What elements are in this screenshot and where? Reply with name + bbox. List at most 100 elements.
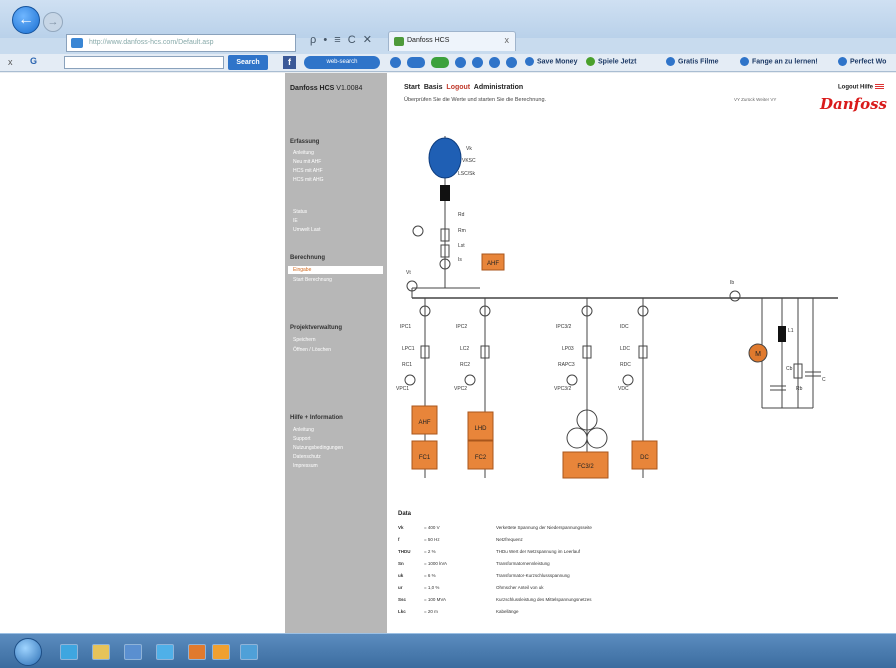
taskbar-app-icon[interactable] [240, 644, 258, 660]
sidebar-item-active[interactable]: Eingabe [293, 267, 311, 273]
logout-link[interactable]: Logout [838, 85, 858, 91]
data-symbol: Lkc [398, 609, 406, 614]
toolbar-logo-icon[interactable]: G [30, 56, 37, 66]
taskbar-app-icon[interactable] [156, 644, 174, 660]
sidebar-item[interactable]: Umwelt Last [293, 227, 321, 233]
feeder-label: LPC1 [402, 346, 415, 352]
page-favicon-icon [71, 38, 83, 48]
address-bar[interactable]: http://www.danfoss-hcs.com/Default.asp [66, 34, 296, 52]
toolbar-circle-icon[interactable] [455, 57, 466, 68]
toolbar-item-perfect[interactable]: Perfect Wo [838, 57, 886, 66]
feeder-label: IDC [620, 324, 629, 330]
toolbar-item-gratis-filme[interactable]: Gratis Filme [666, 57, 718, 66]
sidebar-item[interactable]: Status [293, 209, 307, 215]
data-value: = 2 % [424, 549, 436, 554]
taskbar-ie-icon[interactable] [60, 644, 78, 660]
toolbar-pill-button[interactable]: web-search [304, 56, 380, 69]
feeder-3-box2-label: FC3/2 [577, 464, 594, 470]
sidebar-item[interactable]: Anleitung [293, 427, 314, 433]
page-description: Überprüfen Sie die Werte und starten Sie… [404, 97, 547, 103]
sidebar [285, 73, 387, 633]
header-right-links: Logout Hilfe [838, 84, 884, 91]
meter-icon [464, 374, 476, 386]
nav-start[interactable]: Start [404, 84, 420, 91]
node-label: L1 [788, 328, 794, 334]
toolbar-circle-icon[interactable] [506, 57, 517, 68]
feeder-label: IPC2 [456, 324, 467, 330]
tab-title: Danfoss HCS [407, 37, 450, 44]
source-label: Rm [458, 228, 466, 234]
toolbar-item-icon [838, 57, 847, 66]
sidebar-brand: Danfoss HCS V1.0084 [290, 85, 362, 92]
pager-links[interactable]: VY Zurück Weiter VY [734, 97, 776, 102]
feeder-label: RC2 [460, 362, 470, 368]
taskbar-app-icon[interactable] [212, 644, 230, 660]
data-description: Ohmscher Anteil von uk [496, 585, 544, 590]
taskbar-folder-icon[interactable] [92, 644, 110, 660]
page-viewport: Danfoss HCS V1.0084 Erfassung Anleitung … [0, 73, 896, 633]
top-nav: Start Basis Logout Administration [404, 84, 523, 91]
flag-icon[interactable] [874, 84, 884, 90]
toolbar-oval-icon[interactable] [407, 57, 425, 68]
sidebar-item[interactable]: Datenschutz [293, 454, 321, 460]
transformer-icon [566, 427, 588, 449]
feeder-label: VPC2 [454, 386, 467, 392]
nav-logout[interactable]: Logout [446, 84, 470, 91]
nav-administration[interactable]: Administration [474, 84, 523, 91]
meter-icon [404, 374, 416, 386]
feeder-label: VPC1 [396, 386, 409, 392]
toolbar-oval-icon[interactable] [431, 57, 449, 68]
sidebar-item[interactable]: Nutzungsbedingungen [293, 445, 343, 451]
start-button-icon[interactable] [14, 638, 42, 666]
tab-close-icon[interactable]: x [505, 35, 510, 45]
node-label: Ib [730, 280, 734, 286]
taskbar [0, 633, 896, 668]
toolbar-item-lernen[interactable]: Fange an zu lernen! [740, 57, 818, 66]
toolbar-circle-icon[interactable] [489, 57, 500, 68]
nav-basis[interactable]: Basis [424, 84, 443, 91]
sidebar-item[interactable]: Öffnen / Löschen [293, 347, 331, 353]
feeder-2-box2-label: FC2 [475, 455, 487, 461]
taskbar-app-icon[interactable] [188, 644, 206, 660]
data-description: Transformator-Kurzschlussspannung [496, 573, 570, 578]
data-value: = 100 MVA [424, 597, 447, 602]
data-row: uk = 6 % Transformator-Kurzschlussspannu… [398, 573, 818, 583]
sidebar-item[interactable]: Impressum [293, 463, 318, 469]
danfoss-logo: Danfoss [820, 95, 887, 113]
toolbar-circle-icon[interactable] [390, 57, 401, 68]
sidebar-heading: Hilfe + Information [290, 415, 343, 421]
sidebar-item[interactable]: Neu mit AHF [293, 159, 321, 165]
feeder-label: IPC1 [400, 324, 411, 330]
sidebar-item[interactable]: Anleitung [293, 150, 314, 156]
toolbar-item-save-money[interactable]: Save Money [525, 57, 577, 66]
facebook-icon[interactable]: f [283, 56, 296, 69]
sidebar-item[interactable]: Speichern [293, 337, 316, 343]
toolbar-close-icon[interactable]: x [8, 57, 13, 67]
reactor-element [440, 185, 450, 201]
toolbar-search-button[interactable]: Search [228, 55, 268, 70]
toolbar-circle-icon[interactable] [472, 57, 483, 68]
taskbar-app-icon[interactable] [124, 644, 142, 660]
sidebar-item[interactable]: IE [293, 218, 298, 224]
ahf-box-label: AHF [487, 261, 499, 267]
brand-name: Danfoss HCS [290, 85, 335, 92]
sidebar-item[interactable]: HCS mit AHF [293, 168, 323, 174]
brand-version: V1.0084 [336, 85, 363, 92]
meter-icon [729, 290, 741, 302]
node-label: C [822, 377, 826, 383]
meter-icon [566, 374, 578, 386]
sidebar-item[interactable]: HCS mit AHG [293, 177, 324, 183]
browser-tab[interactable]: Danfoss HCS x [388, 31, 516, 51]
toolbar-search-input[interactable] [64, 56, 224, 69]
forward-arrow-icon[interactable]: → [43, 12, 63, 32]
address-controls[interactable]: ρ • ≡ C ✕ [310, 33, 374, 46]
sidebar-item[interactable]: Start Berechnung [293, 277, 332, 283]
toolbar-item-icon [666, 57, 675, 66]
help-link[interactable]: Hilfe [860, 85, 873, 91]
sidebar-item[interactable]: Support [293, 436, 311, 442]
back-arrow-icon[interactable]: ← [12, 6, 40, 34]
address-url: http://www.danfoss-hcs.com/Default.asp [89, 39, 214, 46]
sidebar-heading: Erfassung [290, 139, 320, 145]
toolbar-item-spiele[interactable]: Spiele Jetzt [586, 57, 637, 66]
source-label: Lst [458, 243, 465, 249]
